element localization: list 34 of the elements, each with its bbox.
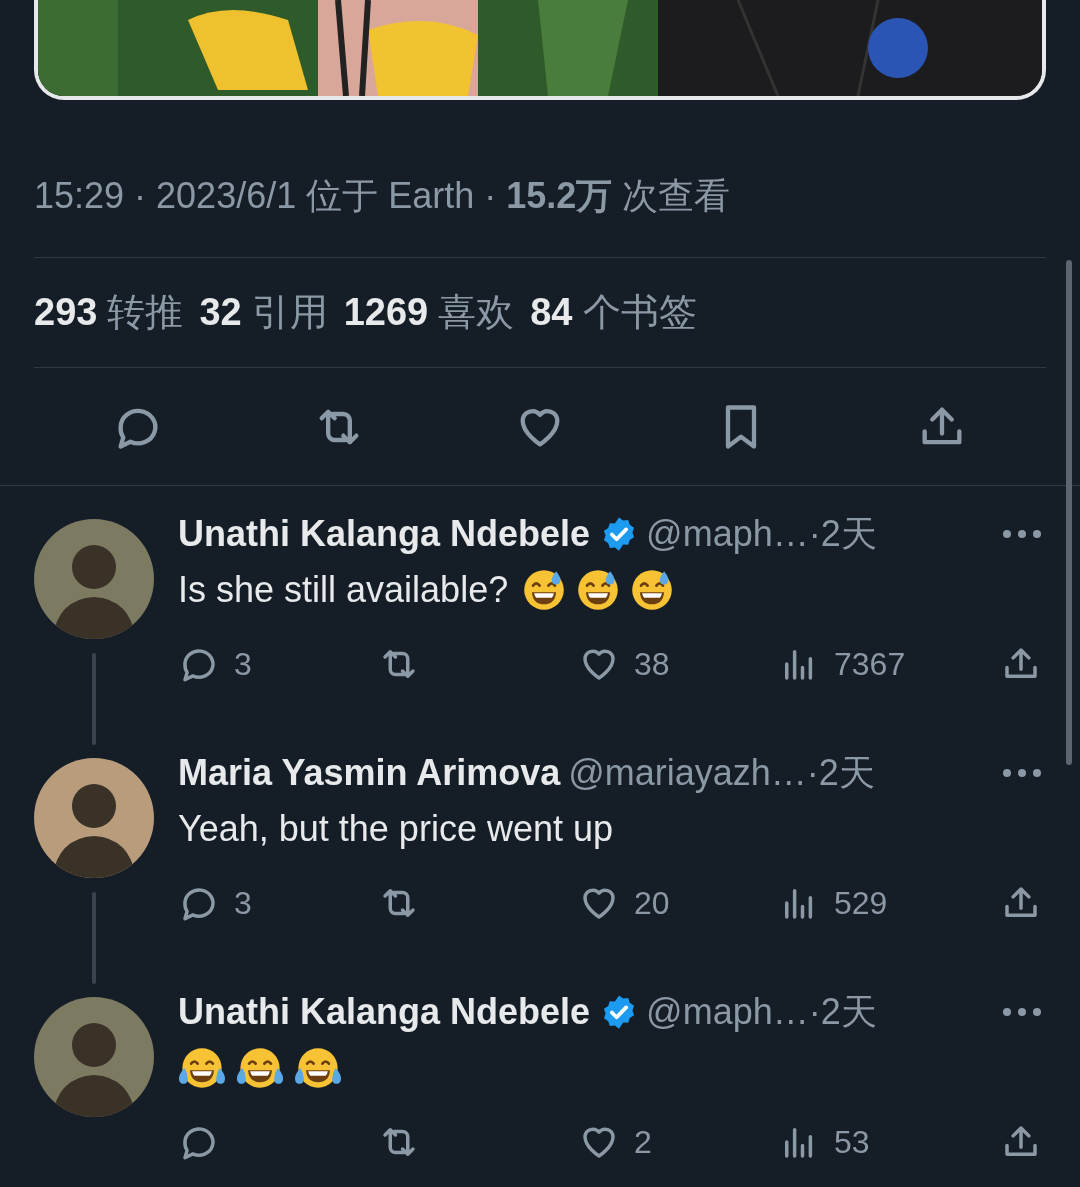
like-count: 2 bbox=[634, 1123, 652, 1161]
engagement-stat[interactable]: 1269 喜欢 bbox=[343, 287, 515, 338]
engagement-stat[interactable]: 32 引用 bbox=[199, 287, 328, 338]
user-name[interactable]: Unathi Kalanga Ndebele bbox=[178, 991, 591, 1033]
sweat-smile-emoji bbox=[576, 568, 621, 612]
user-handle[interactable]: @maph… bbox=[646, 513, 809, 555]
engagement-stat[interactable]: 84 个书签 bbox=[530, 287, 697, 338]
reply-count: 3 bbox=[234, 645, 252, 683]
reply-text: Yeah, but the price went up bbox=[178, 808, 613, 850]
reply-time: ·2天 bbox=[808, 511, 877, 556]
scrollbar[interactable] bbox=[1066, 260, 1072, 765]
reply-text: Is she still available? bbox=[178, 569, 509, 611]
tears-of-joy-emoji bbox=[178, 1046, 226, 1090]
like-count: 20 bbox=[634, 884, 670, 922]
more-icon[interactable] bbox=[1002, 1007, 1042, 1017]
user-name[interactable]: Unathi Kalanga Ndebele bbox=[178, 513, 591, 555]
user-handle[interactable]: @mariayazh… bbox=[568, 752, 807, 794]
reply-time: ·2天 bbox=[808, 989, 877, 1034]
tears-of-joy-emoji bbox=[294, 1046, 342, 1090]
tears-of-joy-emoji bbox=[236, 1046, 284, 1090]
reply-time: ·2天 bbox=[806, 750, 875, 795]
views-count: 7367 bbox=[834, 645, 906, 683]
like-count: 38 bbox=[634, 645, 670, 683]
more-icon[interactable] bbox=[1002, 529, 1042, 539]
user-name[interactable]: Maria Yasmin Arimova bbox=[178, 752, 561, 794]
engagement-stat[interactable]: 293 转推 bbox=[34, 287, 184, 338]
views-count: 529 bbox=[834, 884, 888, 922]
views-count: 53 bbox=[834, 1123, 870, 1161]
more-icon[interactable] bbox=[1002, 768, 1042, 778]
reply-count: 3 bbox=[234, 884, 252, 922]
sweat-smile-emoji bbox=[630, 568, 675, 612]
user-handle[interactable]: @maph… bbox=[646, 991, 809, 1033]
sweat-smile-emoji bbox=[522, 568, 567, 612]
tweet-meta: 15:29 · 2023/6/1 位于 Earth · 15.2万 次查看 bbox=[34, 174, 732, 218]
